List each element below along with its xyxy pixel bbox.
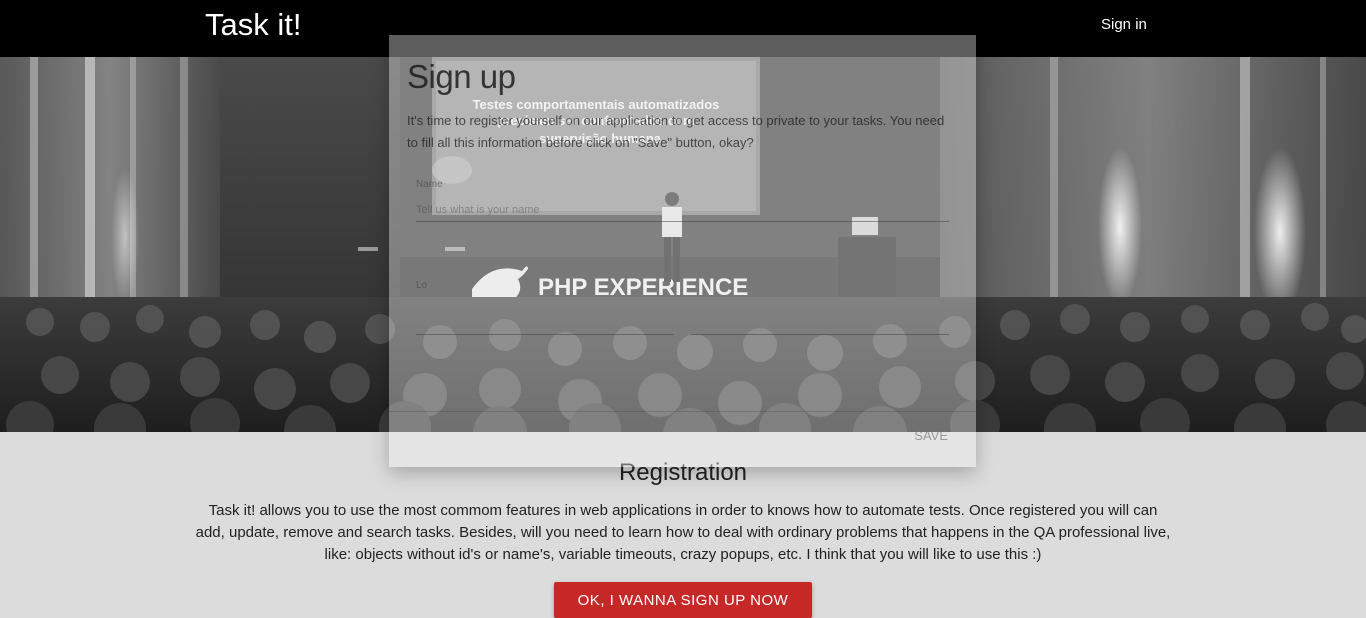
modal-title: Sign up [407,58,516,95]
name-field-label: Name [416,179,443,190]
login-input[interactable] [416,312,674,335]
modal-footer: Save [389,411,976,467]
login-field-label: Lo [416,280,428,291]
sign-in-link[interactable]: Sign in [1101,16,1147,34]
registration-description: Task it! allows you to use the most comm… [195,502,1171,563]
name-input[interactable] [416,199,949,222]
brand-logo-link[interactable]: Task it! [205,6,301,44]
password-input[interactable] [691,312,949,335]
modal-description: It's time to register yourself on our ap… [407,113,945,150]
modal-content: Sign up It's time to register yourself o… [389,35,976,412]
save-button[interactable]: Save [914,428,948,443]
sign-up-now-button[interactable]: OK, I wanna sign up now [554,582,812,618]
sign-up-modal: Sign up It's time to register yourself o… [389,35,976,467]
